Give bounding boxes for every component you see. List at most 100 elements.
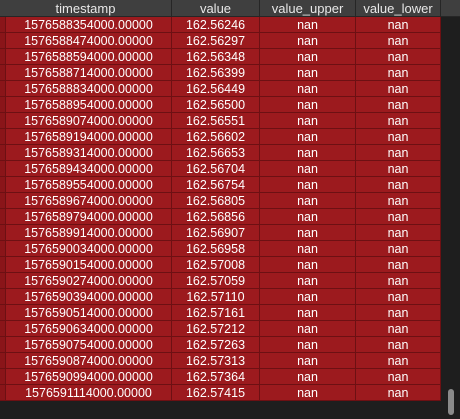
timestamp-cell[interactable]: 1576588594000.00000 bbox=[6, 49, 172, 65]
timestamp-cell[interactable]: 1576590994000.00000 bbox=[6, 369, 172, 385]
table-row[interactable]: 1576588954000.00000 162.56500 nan nan bbox=[0, 97, 460, 113]
timestamp-cell[interactable]: 1576590034000.00000 bbox=[6, 241, 172, 257]
value-lower-cell[interactable]: nan bbox=[356, 49, 441, 65]
value-cell[interactable]: 162.56500 bbox=[172, 97, 260, 113]
value-cell[interactable]: 162.56805 bbox=[172, 193, 260, 209]
value-lower-cell[interactable]: nan bbox=[356, 241, 441, 257]
timestamp-cell[interactable]: 1576588714000.00000 bbox=[6, 65, 172, 81]
column-header-value[interactable]: value bbox=[172, 0, 260, 17]
table-row[interactable]: 1576589074000.00000 162.56551 nan nan bbox=[0, 113, 460, 129]
value-lower-cell[interactable]: nan bbox=[356, 369, 441, 385]
value-lower-cell[interactable]: nan bbox=[356, 225, 441, 241]
value-upper-cell[interactable]: nan bbox=[260, 129, 356, 145]
value-upper-cell[interactable]: nan bbox=[260, 145, 356, 161]
table-row[interactable]: 1576589314000.00000 162.56653 nan nan bbox=[0, 145, 460, 161]
value-upper-cell[interactable]: nan bbox=[260, 225, 356, 241]
value-cell[interactable]: 162.56754 bbox=[172, 177, 260, 193]
value-lower-cell[interactable]: nan bbox=[356, 353, 441, 369]
value-cell[interactable]: 162.56602 bbox=[172, 129, 260, 145]
value-upper-cell[interactable]: nan bbox=[260, 353, 356, 369]
value-upper-cell[interactable]: nan bbox=[260, 81, 356, 97]
value-cell[interactable]: 162.57161 bbox=[172, 305, 260, 321]
table-row[interactable]: 1576589554000.00000 162.56754 nan nan bbox=[0, 177, 460, 193]
timestamp-cell[interactable]: 1576590394000.00000 bbox=[6, 289, 172, 305]
value-lower-cell[interactable]: nan bbox=[356, 17, 441, 33]
value-lower-cell[interactable]: nan bbox=[356, 385, 441, 401]
timestamp-cell[interactable]: 1576589674000.00000 bbox=[6, 193, 172, 209]
value-lower-cell[interactable]: nan bbox=[356, 113, 441, 129]
timestamp-cell[interactable]: 1576589794000.00000 bbox=[6, 209, 172, 225]
value-lower-cell[interactable]: nan bbox=[356, 257, 441, 273]
timestamp-cell[interactable]: 1576589074000.00000 bbox=[6, 113, 172, 129]
value-cell[interactable]: 162.57212 bbox=[172, 321, 260, 337]
value-upper-cell[interactable]: nan bbox=[260, 113, 356, 129]
value-upper-cell[interactable]: nan bbox=[260, 209, 356, 225]
scrollbar-thumb[interactable] bbox=[448, 389, 454, 415]
timestamp-cell[interactable]: 1576589194000.00000 bbox=[6, 129, 172, 145]
table-row[interactable]: 1576588594000.00000 162.56348 nan nan bbox=[0, 49, 460, 65]
column-header-value-lower[interactable]: value_lower bbox=[356, 0, 441, 17]
value-upper-cell[interactable]: nan bbox=[260, 241, 356, 257]
value-lower-cell[interactable]: nan bbox=[356, 273, 441, 289]
timestamp-cell[interactable]: 1576588474000.00000 bbox=[6, 33, 172, 49]
value-upper-cell[interactable]: nan bbox=[260, 273, 356, 289]
table-row[interactable]: 1576590994000.00000 162.57364 nan nan bbox=[0, 369, 460, 385]
value-lower-cell[interactable]: nan bbox=[356, 129, 441, 145]
value-lower-cell[interactable]: nan bbox=[356, 161, 441, 177]
timestamp-cell[interactable]: 1576589914000.00000 bbox=[6, 225, 172, 241]
column-header-timestamp[interactable]: timestamp bbox=[0, 0, 172, 17]
value-lower-cell[interactable]: nan bbox=[356, 337, 441, 353]
table-row[interactable]: 1576590274000.00000 162.57059 nan nan bbox=[0, 273, 460, 289]
value-cell[interactable]: 162.56856 bbox=[172, 209, 260, 225]
value-upper-cell[interactable]: nan bbox=[260, 33, 356, 49]
value-upper-cell[interactable]: nan bbox=[260, 177, 356, 193]
table-row[interactable]: 1576589434000.00000 162.56704 nan nan bbox=[0, 161, 460, 177]
timestamp-cell[interactable]: 1576589434000.00000 bbox=[6, 161, 172, 177]
value-upper-cell[interactable]: nan bbox=[260, 321, 356, 337]
value-upper-cell[interactable]: nan bbox=[260, 49, 356, 65]
table-row[interactable]: 1576589794000.00000 162.56856 nan nan bbox=[0, 209, 460, 225]
timestamp-cell[interactable]: 1576588834000.00000 bbox=[6, 81, 172, 97]
table-row[interactable]: 1576590394000.00000 162.57110 nan nan bbox=[0, 289, 460, 305]
value-cell[interactable]: 162.56551 bbox=[172, 113, 260, 129]
value-cell[interactable]: 162.57059 bbox=[172, 273, 260, 289]
value-upper-cell[interactable]: nan bbox=[260, 385, 356, 401]
value-cell[interactable]: 162.56907 bbox=[172, 225, 260, 241]
vertical-scrollbar[interactable] bbox=[441, 17, 460, 419]
value-upper-cell[interactable]: nan bbox=[260, 257, 356, 273]
value-lower-cell[interactable]: nan bbox=[356, 193, 441, 209]
timestamp-cell[interactable]: 1576590154000.00000 bbox=[6, 257, 172, 273]
value-upper-cell[interactable]: nan bbox=[260, 193, 356, 209]
timestamp-cell[interactable]: 1576590874000.00000 bbox=[6, 353, 172, 369]
value-cell[interactable]: 162.57313 bbox=[172, 353, 260, 369]
value-cell[interactable]: 162.56246 bbox=[172, 17, 260, 33]
table-row[interactable]: 1576588354000.00000 162.56246 nan nan bbox=[0, 17, 460, 33]
timestamp-cell[interactable]: 1576588354000.00000 bbox=[6, 17, 172, 33]
timestamp-cell[interactable]: 1576590754000.00000 bbox=[6, 337, 172, 353]
timestamp-cell[interactable]: 1576589314000.00000 bbox=[6, 145, 172, 161]
value-lower-cell[interactable]: nan bbox=[356, 97, 441, 113]
value-lower-cell[interactable]: nan bbox=[356, 145, 441, 161]
value-upper-cell[interactable]: nan bbox=[260, 369, 356, 385]
table-row[interactable]: 1576588834000.00000 162.56449 nan nan bbox=[0, 81, 460, 97]
value-upper-cell[interactable]: nan bbox=[260, 337, 356, 353]
value-lower-cell[interactable]: nan bbox=[356, 305, 441, 321]
table-row[interactable]: 1576591114000.00000 162.57415 nan nan bbox=[0, 385, 460, 401]
value-cell[interactable]: 162.57263 bbox=[172, 337, 260, 353]
value-cell[interactable]: 162.56348 bbox=[172, 49, 260, 65]
value-cell[interactable]: 162.56704 bbox=[172, 161, 260, 177]
value-cell[interactable]: 162.57415 bbox=[172, 385, 260, 401]
value-upper-cell[interactable]: nan bbox=[260, 17, 356, 33]
value-cell[interactable]: 162.56399 bbox=[172, 65, 260, 81]
value-lower-cell[interactable]: nan bbox=[356, 289, 441, 305]
timestamp-cell[interactable]: 1576590274000.00000 bbox=[6, 273, 172, 289]
timestamp-cell[interactable]: 1576588954000.00000 bbox=[6, 97, 172, 113]
value-upper-cell[interactable]: nan bbox=[260, 97, 356, 113]
table-row[interactable]: 1576589914000.00000 162.56907 nan nan bbox=[0, 225, 460, 241]
value-cell[interactable]: 162.57364 bbox=[172, 369, 260, 385]
value-upper-cell[interactable]: nan bbox=[260, 161, 356, 177]
value-lower-cell[interactable]: nan bbox=[356, 81, 441, 97]
timestamp-cell[interactable]: 1576590634000.00000 bbox=[6, 321, 172, 337]
table-row[interactable]: 1576590154000.00000 162.57008 nan nan bbox=[0, 257, 460, 273]
table-row[interactable]: 1576590034000.00000 162.56958 nan nan bbox=[0, 241, 460, 257]
